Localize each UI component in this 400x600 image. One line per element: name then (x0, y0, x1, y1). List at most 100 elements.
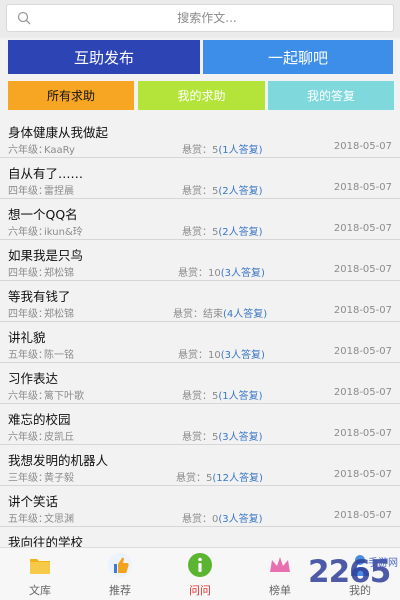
author-name: 雷捏晨 (44, 186, 74, 197)
list-item[interactable]: 习作表达 六年级：篱下叶歌 悬赏：5(1人答复) 2018-05-07 (0, 363, 400, 404)
reward-info: 悬赏：5(1人答复) (182, 141, 263, 156)
question-title: 讲礼貌 (8, 330, 46, 345)
question-title: 等我有钱了 (8, 289, 71, 304)
reward-label: 悬赏： (182, 432, 212, 443)
reward-info: 悬赏：0(3人答复) (182, 510, 263, 525)
question-title: 难忘的校园 (8, 412, 71, 427)
question-title: 想一个QQ名 (8, 207, 78, 222)
answer-count[interactable]: (4人答复) (223, 309, 267, 320)
answer-count[interactable]: (2人答复) (218, 186, 262, 197)
question-author: 三年级：黄子毅 (8, 469, 74, 484)
author-name: KaaRy (44, 145, 75, 156)
nav-recommend[interactable]: 推荐 (80, 548, 160, 600)
chat-together-button[interactable]: 一起聊吧 (203, 40, 393, 74)
search-input[interactable] (47, 5, 367, 31)
grade-label: 六年级： (8, 227, 48, 238)
author-name: 篱下叶歌 (44, 391, 84, 402)
grade-label: 六年级： (8, 391, 48, 402)
nav-library[interactable]: 文库 (0, 548, 80, 600)
reward-label: 悬赏： (182, 186, 212, 197)
grade-label: 四年级： (8, 309, 48, 320)
question-title: 习作表达 (8, 371, 59, 386)
tab-my-help[interactable]: 我的求助 (138, 81, 265, 110)
author-name: 郑松锦 (44, 309, 74, 320)
info-icon (188, 553, 212, 577)
answer-count[interactable]: (12人答复) (212, 473, 263, 484)
help-publish-button[interactable]: 互助发布 (8, 40, 200, 74)
question-date: 2018-05-07 (333, 223, 392, 234)
question-date: 2018-05-07 (333, 469, 392, 480)
reward-label: 悬赏： (182, 145, 212, 156)
author-name: 文思渊 (44, 514, 74, 525)
reward-value: 10 (208, 268, 221, 279)
question-author: 五年级：陈一铭 (8, 346, 74, 361)
reward-info: 悬赏：5(2人答复) (182, 223, 263, 238)
search-icon (17, 11, 31, 25)
answer-count[interactable]: (1人答复) (218, 145, 262, 156)
question-date: 2018-05-07 (333, 387, 392, 398)
question-author: 四年级：郑松锦 (8, 305, 74, 320)
reward-label: 悬赏： (182, 227, 212, 238)
question-date: 2018-05-07 (333, 182, 392, 193)
question-title: 如果我是只鸟 (8, 248, 84, 263)
thumbs-up-icon (108, 553, 132, 577)
question-title: 我想发明的机器人 (8, 453, 109, 468)
reward-label: 悬赏： (182, 514, 212, 525)
reward-label: 悬赏： (178, 350, 208, 361)
author-name: ikun&玲 (44, 227, 83, 238)
list-item[interactable]: 我想发明的机器人 三年级：黄子毅 悬赏：5(12人答复) 2018-05-07 (0, 445, 400, 486)
list-item[interactable]: 如果我是只鸟 四年级：郑松锦 悬赏：10(3人答复) 2018-05-07 (0, 240, 400, 281)
reward-info: 悬赏：5(1人答复) (182, 387, 263, 402)
question-date: 2018-05-07 (333, 510, 392, 521)
reward-info: 悬赏：5(12人答复) (176, 469, 263, 484)
answer-count[interactable]: (3人答复) (221, 350, 265, 361)
reward-info: 悬赏：结束(4人答复) (173, 305, 267, 320)
list-item[interactable]: 身体健康从我做起 六年级：KaaRy 悬赏：5(1人答复) 2018-05-07 (0, 117, 400, 158)
reward-value: 结束 (203, 309, 223, 320)
nav-ask[interactable]: 问问 (160, 548, 240, 600)
question-author: 四年级：郑松锦 (8, 264, 74, 279)
list-item[interactable]: 讲个笑话 五年级：文思渊 悬赏：0(3人答复) 2018-05-07 (0, 486, 400, 527)
author-name: 郑松锦 (44, 268, 74, 279)
question-list: 身体健康从我做起 六年级：KaaRy 悬赏：5(1人答复) 2018-05-07… (0, 117, 400, 550)
question-date: 2018-05-07 (333, 264, 392, 275)
author-name: 陈一铭 (44, 350, 74, 361)
reward-info: 悬赏：10(3人答复) (178, 264, 265, 279)
question-date: 2018-05-07 (333, 428, 392, 439)
list-item[interactable]: 等我有钱了 四年级：郑松锦 悬赏：结束(4人答复) 2018-05-07 (0, 281, 400, 322)
answer-count[interactable]: (3人答复) (221, 268, 265, 279)
grade-label: 六年级： (8, 145, 48, 156)
question-author: 六年级：ikun&玲 (8, 223, 83, 238)
question-title: 讲个笑话 (8, 494, 59, 509)
nav-library-label: 文库 (29, 584, 51, 597)
folder-icon (30, 559, 50, 574)
tab-all-help[interactable]: 所有求助 (8, 81, 134, 110)
search-box[interactable] (6, 4, 394, 32)
tab-my-answers[interactable]: 我的答复 (268, 81, 394, 110)
site-watermark: 2265 手游网 (258, 548, 400, 596)
answer-count[interactable]: (3人答复) (218, 514, 262, 525)
reward-label: 悬赏： (182, 391, 212, 402)
grade-label: 三年级： (8, 473, 48, 484)
list-item[interactable]: 我向往的学校 (0, 527, 400, 550)
question-author: 五年级：文思渊 (8, 510, 74, 525)
reward-info: 悬赏：5(2人答复) (182, 182, 263, 197)
question-date: 2018-05-07 (333, 346, 392, 357)
answer-count[interactable]: (1人答复) (218, 391, 262, 402)
nav-recommend-label: 推荐 (109, 584, 131, 597)
question-date: 2018-05-07 (333, 141, 392, 152)
question-author: 六年级：篱下叶歌 (8, 387, 84, 402)
author-name: 黄子毅 (44, 473, 74, 484)
reward-label: 悬赏： (173, 309, 203, 320)
list-item[interactable]: 自从有了…… 四年级：雷捏晨 悬赏：5(2人答复) 2018-05-07 (0, 158, 400, 199)
grade-label: 五年级： (8, 350, 48, 361)
answer-count[interactable]: (2人答复) (218, 227, 262, 238)
question-author: 四年级：雷捏晨 (8, 182, 74, 197)
list-item[interactable]: 讲礼貌 五年级：陈一铭 悬赏：10(3人答复) 2018-05-07 (0, 322, 400, 363)
answer-count[interactable]: (3人答复) (218, 432, 262, 443)
list-item[interactable]: 难忘的校园 六年级：皮凯丘 悬赏：5(3人答复) 2018-05-07 (0, 404, 400, 445)
list-item[interactable]: 想一个QQ名 六年级：ikun&玲 悬赏：5(2人答复) 2018-05-07 (0, 199, 400, 240)
search-bar (0, 0, 400, 38)
author-name: 皮凯丘 (44, 432, 74, 443)
grade-label: 四年级： (8, 186, 48, 197)
